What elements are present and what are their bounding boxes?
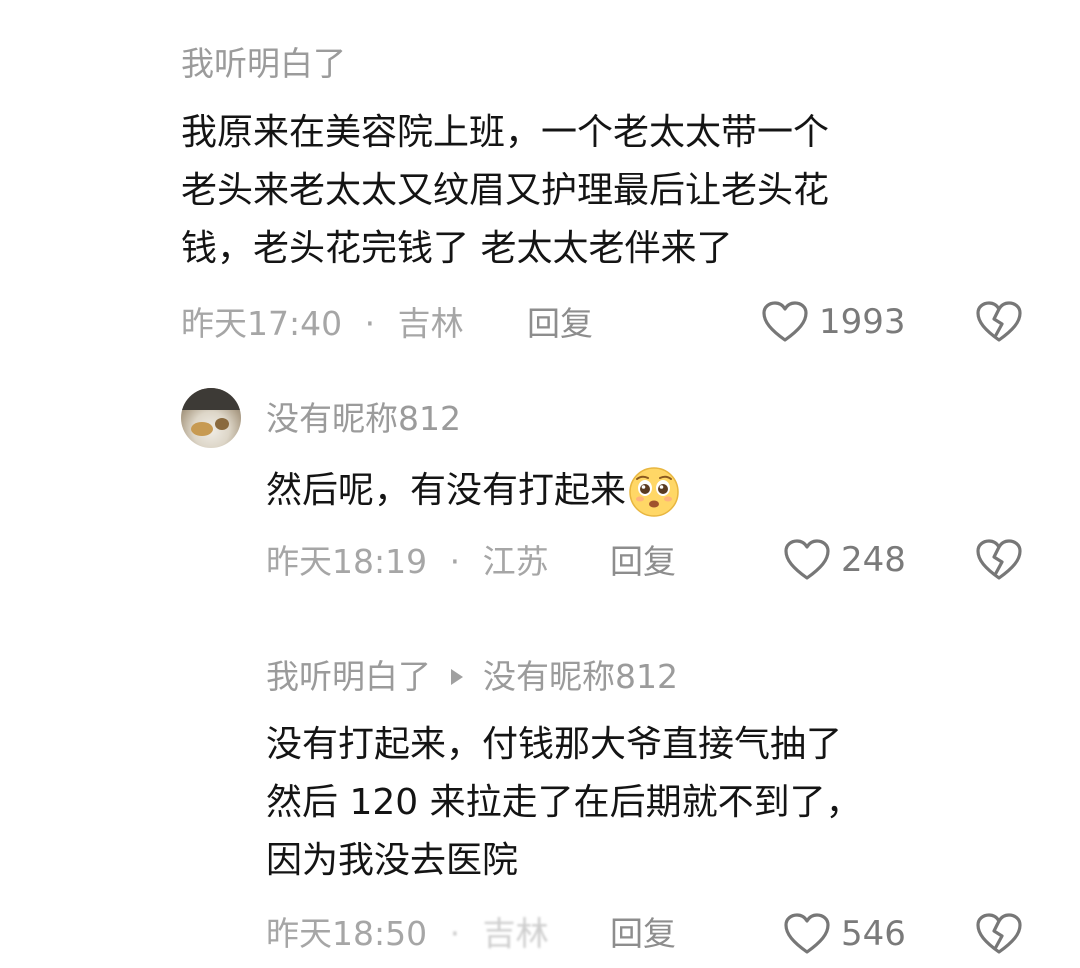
reply-button[interactable]: 回复 — [527, 304, 593, 344]
like-count: 546 — [841, 914, 906, 954]
meta-separator: · — [449, 914, 461, 953]
comment-meta: 昨天18:50 · 吉林 — [266, 914, 549, 954]
like-button[interactable]: 248 — [783, 538, 906, 582]
comment-time: 昨天18:19 — [266, 542, 428, 581]
pleading-face-emoji-icon — [628, 466, 680, 518]
reply-to-author[interactable]: 没有昵称812 — [483, 657, 678, 696]
heart-outline-icon — [783, 538, 831, 582]
like-count: 1993 — [819, 302, 906, 342]
comment-text: 没有打起来，付钱那大爷直接气抽了 然后 120 来拉走了在后期就不到了， 因为我… — [266, 716, 862, 890]
like-count: 248 — [841, 540, 906, 580]
heart-outline-icon — [761, 300, 809, 344]
like-button[interactable]: 546 — [783, 912, 906, 956]
comment-location: 江苏 — [482, 542, 549, 581]
comment-location: 吉林 — [482, 914, 549, 953]
comment-meta: 昨天17:40 · 吉林 — [181, 304, 464, 344]
reply-button[interactable]: 回复 — [610, 914, 676, 954]
play-triangle-icon — [451, 669, 463, 685]
comment-author-line: 我听明白了 没有昵称812 — [266, 657, 678, 697]
broken-heart-icon[interactable] — [975, 912, 1023, 956]
meta-separator: · — [364, 304, 376, 343]
comment-text-line: 因为我没去医院 — [266, 840, 519, 881]
comment-text: 我原来在美容院上班，一个老太太带一个 老头来老太太又纹眉又护理最后让老头花 钱，… — [181, 104, 829, 278]
comment-time: 昨天18:50 — [266, 914, 428, 953]
comment-text-line: 然后 120 来拉走了在后期就不到了， — [266, 782, 862, 823]
comment-author[interactable]: 没有昵称812 — [266, 399, 461, 439]
broken-heart-icon[interactable] — [975, 300, 1023, 344]
comment-text-line: 我原来在美容院上班，一个老太太带一个 — [181, 112, 830, 153]
comment-text-line: 钱，老头花完钱了 老太太老伴来了 — [181, 228, 733, 269]
reply-button[interactable]: 回复 — [610, 542, 676, 582]
comment-meta: 昨天18:19 · 江苏 — [266, 542, 549, 582]
avatar[interactable] — [181, 388, 241, 448]
like-button[interactable]: 1993 — [761, 300, 906, 344]
comment-time: 昨天17:40 — [181, 304, 343, 343]
heart-outline-icon — [783, 912, 831, 956]
comment-text-line: 然后呢，有没有打起来 — [266, 470, 627, 511]
broken-heart-icon[interactable] — [975, 538, 1023, 582]
meta-separator: · — [449, 542, 461, 581]
comment-author[interactable]: 我听明白了 — [181, 44, 346, 84]
comment-location: 吉林 — [397, 304, 464, 343]
comment-text-line: 老头来老太太又纹眉又护理最后让老头花 — [181, 170, 830, 211]
comment-text: 然后呢，有没有打起来 — [266, 462, 680, 520]
comment-text-line: 没有打起来，付钱那大爷直接气抽了 — [266, 724, 843, 765]
comment-author[interactable]: 我听明白了 — [266, 657, 431, 696]
